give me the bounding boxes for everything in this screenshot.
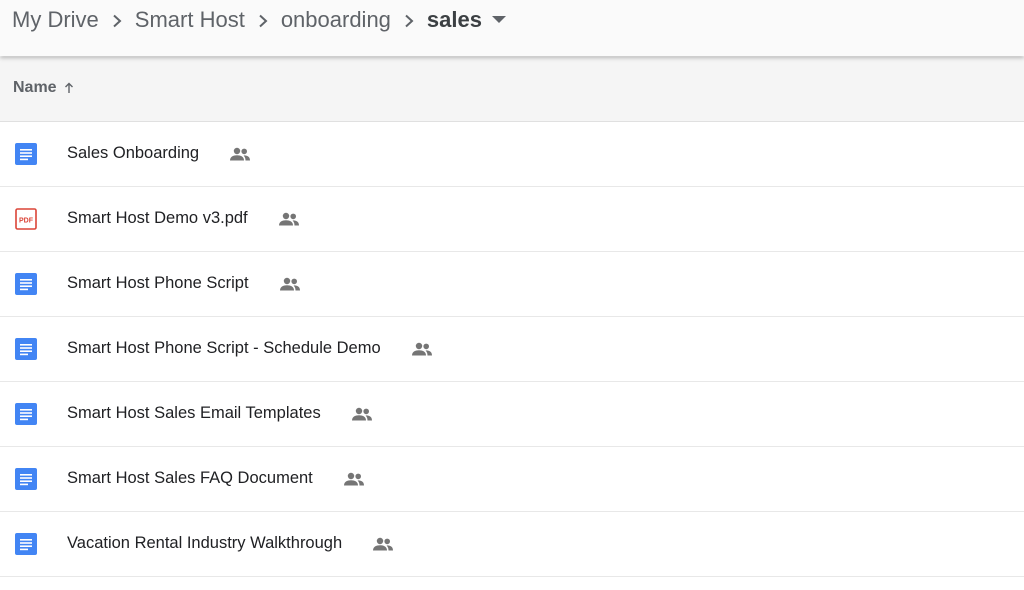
name-column-header[interactable]: Name (13, 79, 74, 97)
shared-people-icon (351, 407, 373, 421)
file-name: Smart Host Phone Script - Schedule Demo (67, 339, 433, 358)
arrow-up-icon[interactable] (64, 82, 74, 94)
file-name: Smart Host Sales FAQ Document (67, 469, 365, 488)
breadcrumb-current-folder[interactable]: sales (427, 7, 482, 33)
shared-people-icon (343, 472, 365, 486)
file-name: Vacation Rental Industry Walkthrough (67, 534, 394, 553)
chevron-right-icon (245, 7, 281, 33)
docs-file-icon (15, 403, 37, 425)
file-name-label: Sales Onboarding (67, 144, 200, 162)
file-name: Smart Host Sales Email Templates (67, 404, 373, 423)
shared-people-icon (229, 147, 251, 161)
file-name-label: Vacation Rental Industry Walkthrough (67, 534, 343, 552)
name-column-label: Name (13, 79, 57, 96)
docs-file-icon (15, 533, 37, 555)
breadcrumb: My Drive Smart Host onboarding sales (12, 6, 506, 34)
list-header: Name (0, 57, 1024, 122)
docs-file-icon (15, 338, 37, 360)
breadcrumb-onboarding[interactable]: onboarding (281, 7, 391, 33)
file-name: Smart Host Phone Script (67, 274, 301, 293)
docs-file-icon (15, 468, 37, 490)
docs-file-icon (15, 143, 37, 165)
breadcrumb-bar: My Drive Smart Host onboarding sales (0, 0, 1024, 56)
shared-people-icon (279, 277, 301, 291)
file-row[interactable]: Vacation Rental Industry Walkthrough (0, 512, 1024, 577)
pdf-file-icon: PDF (15, 208, 37, 230)
file-list: Sales Onboarding PDF Smart Host Demo v3.pd… (0, 122, 1024, 577)
docs-file-icon (15, 273, 37, 295)
svg-text:PDF: PDF (19, 218, 34, 225)
caret-down-icon[interactable] (491, 16, 506, 24)
file-row[interactable]: Smart Host Phone Script - Schedule Demo (0, 317, 1024, 382)
file-name-label: Smart Host Sales FAQ Document (67, 469, 313, 487)
breadcrumb-my-drive[interactable]: My Drive (12, 7, 99, 33)
file-name-label: Smart Host Phone Script - Schedule Demo (67, 339, 381, 357)
file-row[interactable]: Smart Host Sales FAQ Document (0, 447, 1024, 512)
chevron-right-icon (99, 7, 135, 33)
file-row[interactable]: Smart Host Sales Email Templates (0, 382, 1024, 447)
file-row[interactable]: Sales Onboarding (0, 122, 1024, 187)
file-name: Sales Onboarding (67, 144, 251, 163)
shared-people-icon (278, 212, 300, 226)
file-name-label: Smart Host Demo v3.pdf (67, 209, 248, 227)
shared-people-icon (372, 537, 394, 551)
file-row[interactable]: PDF Smart Host Demo v3.pdf (0, 187, 1024, 252)
file-name-label: Smart Host Phone Script (67, 274, 249, 292)
file-name-label: Smart Host Sales Email Templates (67, 404, 321, 422)
shared-people-icon (411, 342, 433, 356)
file-row[interactable]: Smart Host Phone Script (0, 252, 1024, 317)
chevron-right-icon (391, 7, 427, 33)
file-name: Smart Host Demo v3.pdf (67, 209, 300, 228)
breadcrumb-smart-host[interactable]: Smart Host (135, 7, 245, 33)
